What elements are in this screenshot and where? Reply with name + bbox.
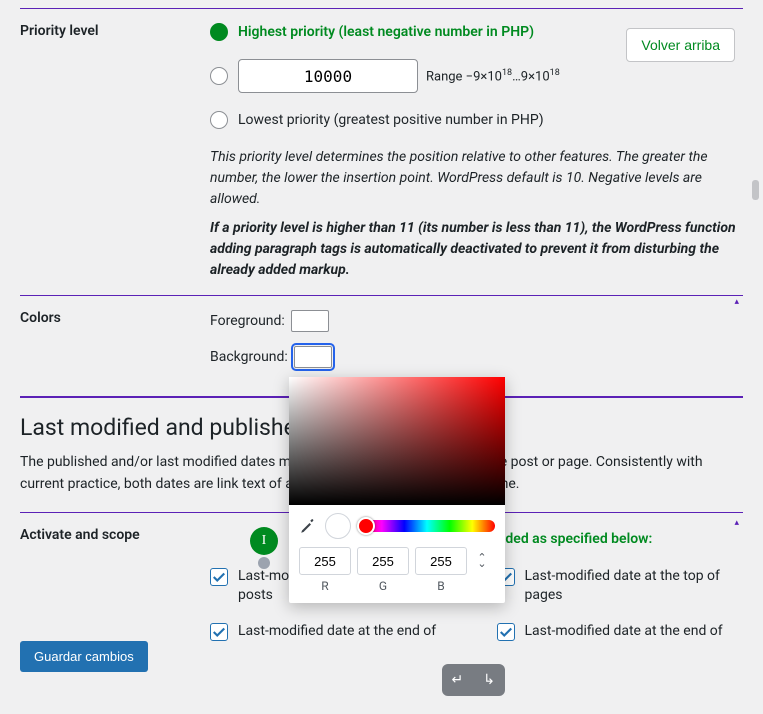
activate-scope-label: Activate and scope [20, 527, 210, 543]
radio-custom-priority[interactable] [210, 67, 228, 85]
radio-lowest-priority[interactable] [210, 111, 228, 129]
current-color-preview [325, 513, 351, 539]
checkbox-lm-end-pages[interactable] [497, 623, 515, 641]
foreground-color-swatch[interactable] [291, 310, 329, 332]
priority-description-1: This priority level determines the posit… [210, 147, 743, 210]
colors-label: Colors [20, 310, 210, 326]
collapse-icon[interactable]: ▴ [734, 297, 739, 307]
rgb-g-label: G [357, 579, 409, 593]
checkbox-lm-end-posts[interactable] [210, 623, 228, 641]
floating-nav-control: ↵ ↳ [442, 664, 505, 696]
checkbox-lm-top-posts[interactable] [210, 568, 228, 586]
hue-slider-thumb[interactable] [357, 517, 375, 535]
priority-level-label: Priority level [20, 23, 210, 39]
background-color-swatch[interactable] [294, 346, 332, 368]
save-changes-button[interactable]: Guardar cambios [20, 641, 148, 672]
saturation-value-area[interactable] [289, 377, 505, 505]
nav-down-icon[interactable]: ↳ [483, 672, 495, 688]
checkbox-lm-end-pages-label: Last-modified date at the end of [525, 622, 723, 642]
rgb-b-input[interactable] [415, 547, 467, 575]
checkbox-lm-top-pages-label: Last-modified date at the top of pages [525, 567, 744, 606]
rgb-g-input[interactable] [357, 547, 409, 575]
eyedropper-icon[interactable] [299, 517, 317, 535]
format-toggle-icon[interactable]: ⌃⌄ [473, 555, 491, 567]
nav-up-icon[interactable]: ↵ [452, 672, 464, 688]
background-label: Background: [210, 349, 288, 365]
radio-highest-priority[interactable] [210, 23, 228, 41]
back-to-top-button[interactable]: Volver arriba [626, 28, 735, 62]
radio-highest-priority-label: Highest priority (least negative number … [238, 24, 534, 40]
rgb-r-label: R [299, 579, 351, 593]
activate-toggle[interactable]: I [250, 527, 278, 555]
rgb-r-input[interactable] [299, 547, 351, 575]
radio-lowest-priority-label: Lowest priority (greatest positive numbe… [238, 112, 544, 128]
foreground-label: Foreground: [210, 313, 285, 329]
priority-description-2: If a priority level is higher than 11 (i… [210, 218, 743, 281]
color-picker-popover: ⌃⌄ R G B [289, 377, 505, 603]
rgb-b-label: B [415, 579, 467, 593]
toggle-handle[interactable] [258, 557, 270, 569]
checkbox-lm-end-posts-label: Last-modified date at the end of [238, 622, 436, 642]
priority-number-input[interactable] [238, 59, 418, 93]
hue-slider[interactable] [359, 520, 495, 532]
scrollbar-thumb[interactable] [752, 180, 759, 200]
priority-range-text: Range −9×1018…9×1018 [426, 68, 560, 84]
